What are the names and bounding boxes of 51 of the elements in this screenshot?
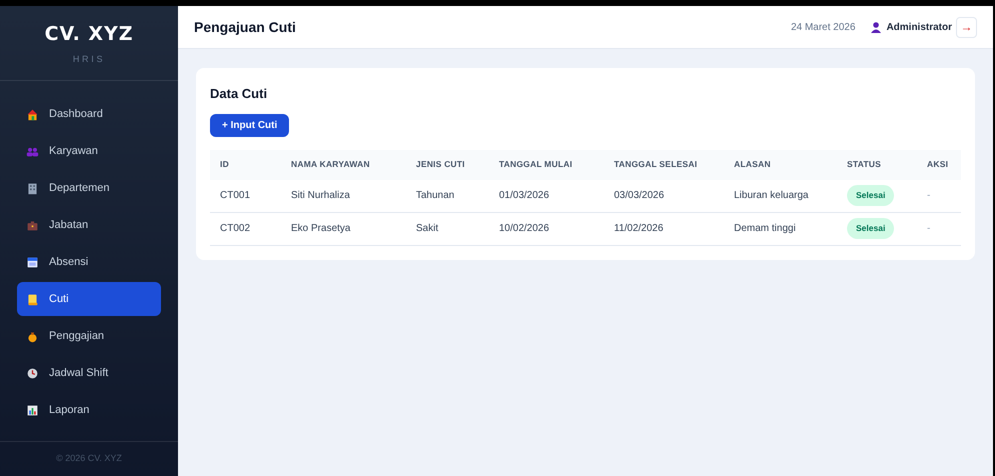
table-cell: - [927,223,930,234]
nav-item[interactable]: Penggajian [17,319,161,353]
user-name: Administrator [886,20,952,34]
page-title: Pengajuan Cuti [194,18,297,37]
house-icon [26,108,39,120]
column-header: TANGGAL MULAI [499,158,574,171]
briefcase-icon [26,218,39,232]
nav-item[interactable]: Jadwal Shift [17,356,161,390]
calendar-icon [26,256,39,268]
clock-icon [26,366,39,380]
logout-button[interactable]: → [956,16,977,38]
status-badge: Selesai [847,218,894,239]
footer-text: © 2026 CV. XYZ [56,452,122,466]
building-icon [26,182,39,194]
bar-chart-icon [26,404,39,416]
nav-item[interactable]: Departemen [17,171,161,205]
table-cell: Siti Nurhaliza [291,190,350,201]
date-text: 24 Maret 2026 [790,20,856,34]
logo-subtitle: HRIS [72,52,106,66]
table-cell: Demam tinggi [734,223,796,234]
table-cell: 01/03/2026 [499,190,550,201]
user-icon [871,22,882,32]
column-header: ID [220,158,230,171]
nav-item[interactable]: Laporan [17,393,161,427]
table-cell: 11/02/2026 [614,223,664,234]
card-title: Data Cuti [210,85,268,103]
add-button[interactable]: + Input Cuti [210,114,290,136]
table-cell: 10/02/2026 [499,223,550,234]
table-cell: CT002 [220,223,250,234]
column-header: TANGGAL SELESAI [614,158,698,171]
table-cell: Eko Prasetya [291,223,350,234]
table-cell: - [927,190,930,201]
nav-item[interactable]: Jabatan [17,208,161,242]
column-header: AKSI [927,158,948,171]
status-badge: Selesai [847,185,894,206]
table-cell: Liburan keluarga [734,190,808,201]
table-cell: 03/03/2026 [614,190,664,201]
nav-item[interactable]: Karyawan [17,134,161,168]
column-header: ALASAN [734,158,772,171]
column-header: JENIS CUTI [416,158,466,171]
nav-item[interactable]: Dashboard [17,97,161,131]
table-cell: Sakit [416,223,438,234]
scroll-icon [26,292,39,306]
table-cell: CT001 [220,190,250,201]
nav-item[interactable]: Cuti [17,282,161,316]
column-header: STATUS [847,158,882,171]
column-header: NAMA KARYAWAN [291,158,371,171]
table-cell: Tahunan [416,190,454,201]
money-bag-icon [26,330,39,342]
nav-item[interactable]: Absensi [17,245,161,279]
logo-text: CV. XYZ [44,22,134,47]
